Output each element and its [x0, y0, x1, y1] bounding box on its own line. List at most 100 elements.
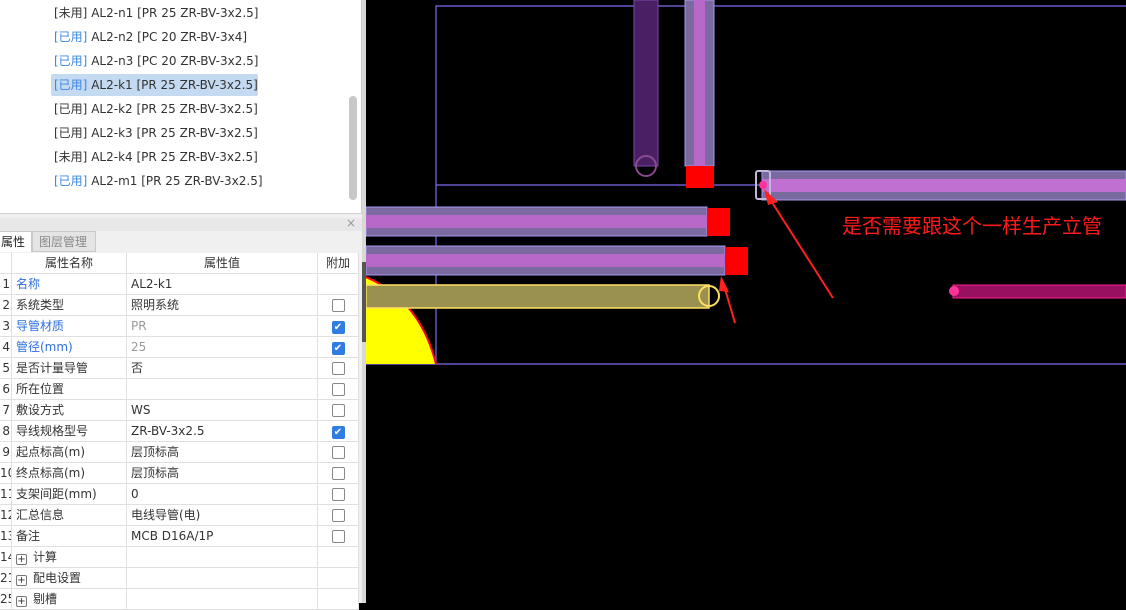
- extra-cell: [318, 442, 359, 462]
- property-value[interactable]: [127, 379, 318, 399]
- loop-list: [未用] AL2-n1 [PR 25 ZR-BV-3x2.5] [已用] AL2-…: [0, 0, 362, 214]
- extra-checkbox[interactable]: ✔: [331, 321, 345, 334]
- property-name: 起点标高(m): [16, 445, 86, 459]
- header-index: [0, 253, 12, 273]
- tab-properties[interactable]: 属性: [0, 231, 32, 252]
- property-row[interactable]: 6 所在位置: [0, 379, 359, 400]
- property-value[interactable]: ZR-BV-3x2.5: [127, 421, 318, 441]
- group-name: 配电设置: [33, 571, 82, 585]
- group-name: 计算: [33, 550, 58, 564]
- loop-list-item[interactable]: [未用] AL2-n1 [PR 25 ZR-BV-3x2.5]: [51, 2, 261, 24]
- property-row[interactable]: 9 起点标高(m) 层顶标高: [0, 442, 359, 463]
- property-value[interactable]: WS: [127, 400, 318, 420]
- usage-status: [已用]: [54, 102, 88, 116]
- extra-checkbox[interactable]: ✔: [331, 342, 345, 355]
- property-row[interactable]: 5 是否计量导管 否: [0, 358, 359, 379]
- extra-checkbox[interactable]: [331, 446, 345, 459]
- extra-checkbox[interactable]: ✔: [331, 426, 345, 439]
- property-name: 系统类型: [16, 298, 65, 312]
- loop-label: AL2-k1 [PR 25 ZR-BV-3x2.5]: [91, 78, 258, 92]
- row-index: 21: [0, 568, 12, 588]
- usage-status: [已用]: [54, 126, 88, 140]
- extra-cell: ✔: [318, 421, 359, 441]
- property-value[interactable]: [127, 568, 318, 588]
- usage-status: [已用]: [54, 174, 88, 188]
- extra-checkbox[interactable]: [331, 488, 345, 501]
- name-cell: 系统类型: [12, 295, 127, 315]
- properties-titlebar: ×: [0, 216, 362, 231]
- extra-checkbox[interactable]: [331, 467, 345, 480]
- property-row[interactable]: 7 敷设方式 WS: [0, 400, 359, 421]
- expand-icon[interactable]: +: [16, 554, 27, 565]
- name-cell: 导线规格型号: [12, 421, 127, 441]
- extra-checkbox[interactable]: [331, 383, 345, 396]
- cad-canvas[interactable]: [366, 0, 1126, 603]
- property-row[interactable]: 12 汇总信息 电线导管(电): [0, 505, 359, 526]
- property-name: 所在位置: [16, 382, 65, 396]
- header-extra: 附加: [318, 253, 359, 273]
- property-value[interactable]: 电线导管(电): [127, 505, 318, 525]
- loop-list-item[interactable]: [已用] AL2-n3 [PC 20 ZR-BV-3x2.5]: [51, 50, 262, 72]
- property-value[interactable]: 层顶标高: [127, 442, 318, 462]
- property-row[interactable]: 10 终点标高(m) 层顶标高: [0, 463, 359, 484]
- header-value: 属性值: [127, 253, 318, 273]
- loop-list-item[interactable]: [未用] AL2-k4 [PR 25 ZR-BV-3x2.5]: [51, 146, 261, 168]
- property-row[interactable]: 11 支架间距(mm) 0: [0, 484, 359, 505]
- loop-list-item[interactable]: [已用] AL2-k3 [PR 25 ZR-BV-3x2.5]: [51, 122, 261, 144]
- property-value[interactable]: AL2-k1: [127, 274, 318, 294]
- horizontal-pipe-2-selected: [366, 245, 748, 276]
- expand-icon[interactable]: +: [16, 575, 27, 586]
- property-row[interactable]: 8 导线规格型号 ZR-BV-3x2.5 ✔: [0, 421, 359, 442]
- property-value[interactable]: [127, 547, 318, 567]
- name-cell: 所在位置: [12, 379, 127, 399]
- property-row[interactable]: 1 名称 AL2-k1: [0, 274, 359, 295]
- property-row[interactable]: 4 管径(mm) 25 ✔: [0, 337, 359, 358]
- property-name: 导线规格型号: [16, 424, 89, 438]
- row-index: 25: [0, 589, 12, 609]
- property-name: 管径(mm): [16, 340, 73, 354]
- extra-cell: ✔: [318, 316, 359, 336]
- loop-label: AL2-k4 [PR 25 ZR-BV-3x2.5]: [91, 150, 258, 164]
- loop-list-item[interactable]: [已用] AL2-k1 [PR 25 ZR-BV-3x2.5]: [51, 74, 258, 96]
- row-index: 14: [0, 547, 12, 567]
- list-scrollbar[interactable]: [349, 96, 357, 200]
- property-name: 备注: [16, 529, 41, 543]
- name-cell: 终点标高(m): [12, 463, 127, 483]
- extra-checkbox[interactable]: [331, 530, 345, 543]
- property-name: 是否计量导管: [16, 361, 89, 375]
- property-row[interactable]: 2 系统类型 照明系统: [0, 295, 359, 316]
- row-index: 5: [0, 358, 12, 378]
- expand-icon[interactable]: +: [16, 596, 27, 607]
- extra-checkbox[interactable]: [331, 404, 345, 417]
- extra-cell: [318, 568, 359, 588]
- property-value[interactable]: 0: [127, 484, 318, 504]
- extra-checkbox[interactable]: [331, 509, 345, 522]
- loop-label: AL2-m1 [PR 25 ZR-BV-3x2.5]: [91, 174, 263, 188]
- property-value[interactable]: PR: [127, 316, 318, 336]
- annotation-text: 是否需要跟这个一样生产立管: [842, 214, 1102, 238]
- riser-pipe-dark: [633, 0, 659, 177]
- extra-checkbox[interactable]: [331, 362, 345, 375]
- extra-cell: [318, 547, 359, 567]
- property-value[interactable]: 层顶标高: [127, 463, 318, 483]
- close-icon[interactable]: ×: [346, 216, 356, 230]
- property-row[interactable]: 14 + 计算: [0, 547, 359, 568]
- property-name: 支架间距(mm): [16, 487, 97, 501]
- extra-checkbox[interactable]: [331, 299, 345, 312]
- property-row[interactable]: 25 + 剔槽: [0, 589, 359, 610]
- usage-status: [未用]: [54, 150, 88, 164]
- loop-list-item[interactable]: [已用] AL2-n2 [PC 20 ZR-BV-3x4]: [51, 26, 250, 48]
- property-value[interactable]: 照明系统: [127, 295, 318, 315]
- property-row[interactable]: 13 备注 MCB D16A/1P: [0, 526, 359, 547]
- property-row[interactable]: 3 导管材质 PR ✔: [0, 316, 359, 337]
- riser-pipe: [684, 0, 715, 188]
- property-value[interactable]: 否: [127, 358, 318, 378]
- loop-label: AL2-k2 [PR 25 ZR-BV-3x2.5]: [91, 102, 258, 116]
- property-value[interactable]: [127, 589, 318, 609]
- property-row[interactable]: 21 + 配电设置: [0, 568, 359, 589]
- loop-list-item[interactable]: [已用] AL2-m1 [PR 25 ZR-BV-3x2.5]: [51, 170, 266, 192]
- property-value[interactable]: MCB D16A/1P: [127, 526, 318, 546]
- tab-layer-manager[interactable]: 图层管理: [32, 231, 96, 252]
- loop-list-item[interactable]: [已用] AL2-k2 [PR 25 ZR-BV-3x2.5]: [51, 98, 261, 120]
- property-value[interactable]: 25: [127, 337, 318, 357]
